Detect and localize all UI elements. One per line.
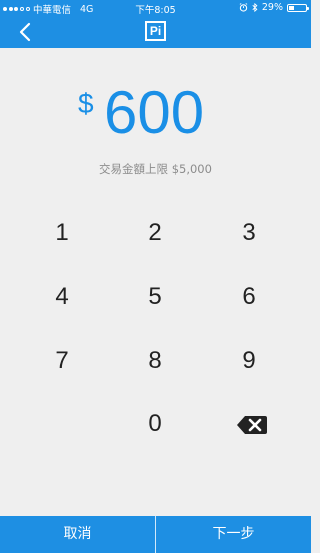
chevron-left-icon[interactable] [16, 22, 36, 42]
currency-symbol: $ [78, 88, 94, 119]
next-button[interactable]: 下一步 [156, 516, 311, 553]
key-7[interactable]: 7 [22, 336, 102, 386]
alarm-icon [239, 3, 248, 12]
key-3[interactable]: 3 [209, 208, 289, 258]
key-0[interactable]: 0 [115, 399, 195, 449]
key-2[interactable]: 2 [115, 208, 195, 258]
divider [155, 516, 156, 553]
key-6[interactable]: 6 [209, 272, 289, 322]
battery-icon [287, 3, 309, 12]
cancel-button[interactable]: 取消 [0, 516, 155, 553]
transaction-limit: 交易金額上限 $5,000 [99, 162, 212, 176]
status-right: 29% [239, 2, 309, 13]
battery-percent: 29% [261, 2, 283, 13]
key-1[interactable]: 1 [22, 208, 102, 258]
backspace-icon[interactable] [233, 405, 273, 445]
key-4[interactable]: 4 [22, 272, 102, 322]
amount-value: 600 [104, 79, 205, 146]
key-5[interactable]: 5 [115, 272, 195, 322]
nav-bar: Pi [0, 16, 311, 48]
app-logo: Pi [145, 21, 166, 41]
status-bar: 中華電信 4G 下午8:05 29% [0, 0, 311, 16]
bottom-action-bar: 取消 下一步 [0, 516, 311, 553]
key-8[interactable]: 8 [115, 336, 195, 386]
bluetooth-icon [252, 3, 258, 12]
key-9[interactable]: 9 [209, 336, 289, 386]
